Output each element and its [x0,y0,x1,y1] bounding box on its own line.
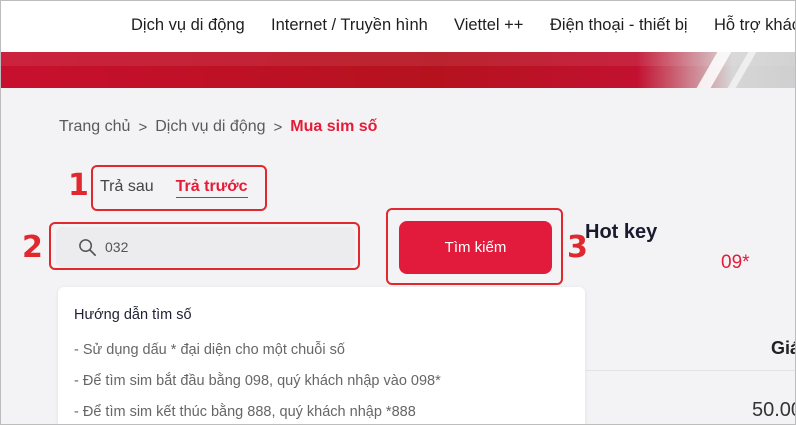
chevron-right-icon: > [273,118,283,136]
promo-banner [0,52,796,88]
price-value: 50.00 [752,399,796,421]
hotkey-title: Hot key [585,221,658,243]
sim-type-tabs: Trả sau Trả trước [100,178,248,198]
search-field[interactable] [56,227,355,267]
breadcrumb-current: Mua sim số [290,118,378,135]
nav-item-other-support[interactable]: Hỗ trợ khác [714,16,796,35]
nav-item-phones-devices[interactable]: Điện thoại - thiết bị [550,16,688,35]
guide-line: - Để tìm sim bắt đầu bằng 098, quý khách… [74,373,441,389]
chevron-right-icon: > [138,118,148,136]
hotkey-value[interactable]: 09* [721,252,750,274]
banner-stripe [696,52,732,88]
search-button[interactable]: Tìm kiếm [399,221,552,274]
price-column-header: Giá [771,338,796,358]
banner-stripe [727,52,757,88]
nav-item-mobile-services[interactable]: Dịch vụ di động [131,16,245,35]
annotation-number-2: 2 [22,230,43,265]
search-input[interactable] [105,239,325,255]
nav-item-internet-tv[interactable]: Internet / Truyền hình [271,16,428,35]
table-divider [585,370,796,371]
search-guide-panel: Hướng dẫn tìm số - Sử dụng dấu * đại diệ… [58,287,585,425]
guide-title: Hướng dẫn tìm số [74,307,192,323]
tab-postpaid[interactable]: Trả sau [100,178,154,198]
top-navigation: Dịch vụ di động Internet / Truyền hình V… [0,0,796,52]
breadcrumb: Trang chủ > Dịch vụ di động > Mua sim số [59,118,377,136]
search-icon [79,238,96,256]
nav-item-viettel-plus[interactable]: Viettel ++ [454,16,523,35]
breadcrumb-home[interactable]: Trang chủ [59,118,130,136]
annotation-number-1: 1 [68,168,89,203]
breadcrumb-mobile-services[interactable]: Dịch vụ di động [155,118,265,136]
tab-prepaid[interactable]: Trả trước [175,178,248,198]
guide-line: - Sử dụng dấu * đại diện cho một chuỗi s… [74,342,345,358]
guide-line: - Để tìm sim kết thúc bằng 888, quý khác… [74,404,416,420]
